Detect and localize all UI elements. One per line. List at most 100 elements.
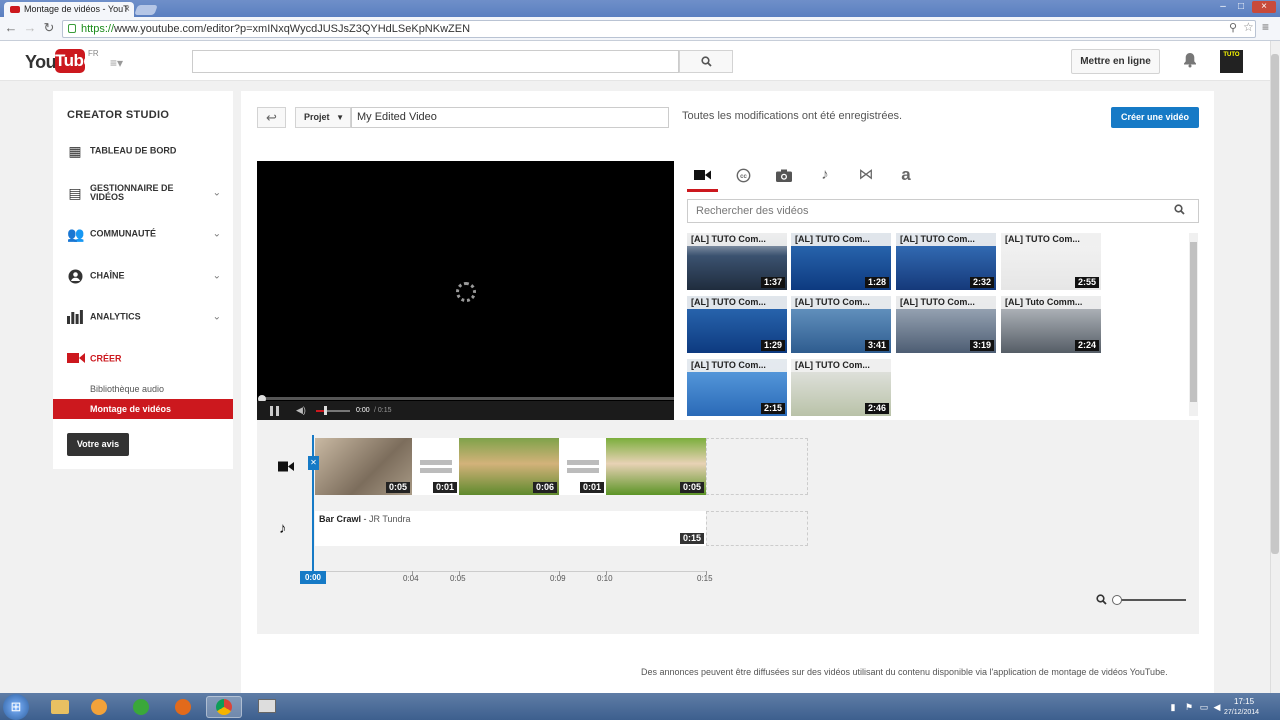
video-thumbnail[interactable]: [AL] TUTO Com... 2:15 <box>687 359 787 416</box>
avatar[interactable]: TUTO <box>1220 50 1243 73</box>
logo-you[interactable]: You <box>25 52 57 73</box>
sidebar-item-label: TABLEAU DE BORD <box>90 145 177 156</box>
tray-volume-icon[interactable]: ◀ <box>1212 702 1222 712</box>
reload-icon[interactable]: ↻ <box>41 20 57 36</box>
sidebar-item-dashboard[interactable]: ▦ TABLEAU DE BORD <box>53 134 233 168</box>
sidebar-item-create[interactable]: CRÉER <box>53 342 233 376</box>
video-search-input[interactable]: Rechercher des vidéos <box>687 199 1199 223</box>
video-thumbnail[interactable]: [AL] TUTO Com... 2:46 <box>791 359 891 416</box>
clock-date[interactable]: 27/12/2014 <box>1224 709 1259 716</box>
video-clip[interactable]: 0:05 <box>315 438 412 495</box>
transition-bar <box>419 460 452 465</box>
video-editor-app-icon[interactable] <box>249 696 285 718</box>
volume-slider-knob[interactable] <box>324 406 327 415</box>
guide-menu-icon[interactable]: ≡▾ <box>110 56 123 70</box>
sidebar-item-channel[interactable]: CHAÎNE ⌄ <box>53 259 233 293</box>
sidebar-subitem-video-editor[interactable]: Montage de vidéos <box>53 399 233 419</box>
browser-tab[interactable]: Montage de vidéos - YouT × <box>4 2 134 17</box>
tray-flag-icon[interactable]: ⚑ <box>1184 702 1194 712</box>
media-player-icon[interactable] <box>81 696 117 718</box>
sidebar-subitem-audio-library[interactable]: Bibliothèque audio <box>53 379 233 399</box>
video-thumbnail[interactable]: [AL] TUTO Com... 3:41 <box>791 296 891 353</box>
transition-bar <box>419 468 452 473</box>
video-thumbnail[interactable]: [AL] TUTO Com... 2:32 <box>896 233 996 290</box>
windows-start-icon[interactable]: ⊞ <box>3 694 29 720</box>
zoom-slider[interactable] <box>1116 599 1186 601</box>
page-scrollbar-thumb[interactable] <box>1271 54 1279 554</box>
volume-icon[interactable]: ◀) <box>296 405 306 416</box>
video-clip[interactable]: 0:05 <box>606 438 706 495</box>
minimize-icon[interactable]: – <box>1216 1 1230 13</box>
clock-time[interactable]: 17:15 <box>1234 697 1254 706</box>
zoom-magnifier-icon[interactable]: ⚲ <box>1229 21 1237 34</box>
upload-button[interactable]: Mettre en ligne <box>1071 49 1160 74</box>
tab-audio[interactable]: ♪ <box>810 164 840 186</box>
tab-text[interactable]: a <box>891 164 921 186</box>
url-field[interactable]: https://www.youtube.com/editor?p=xmINxqW… <box>62 20 1256 38</box>
file-explorer-icon[interactable] <box>42 696 78 718</box>
playhead-time[interactable]: 0:00 <box>300 571 326 584</box>
video-thumbnail[interactable]: [AL] TUTO Com... 2:55 <box>1001 233 1101 290</box>
project-menu-button[interactable]: Projet ▼ <box>295 107 351 128</box>
timeline-ruler[interactable] <box>313 571 707 572</box>
tab-photos[interactable] <box>769 164 799 186</box>
video-clip[interactable]: 0:06 <box>459 438 559 495</box>
media-center-icon[interactable] <box>123 696 159 718</box>
maximize-icon[interactable]: □ <box>1234 1 1248 13</box>
empty-video-slot[interactable] <box>706 438 808 495</box>
video-list-scrollbar-thumb[interactable] <box>1190 242 1197 402</box>
transition-clip[interactable]: 0:01 <box>559 438 606 495</box>
video-thumbnail-duration: 2:46 <box>864 403 889 414</box>
forward-arrow-icon[interactable]: → <box>22 20 38 36</box>
analytics-icon <box>67 310 83 324</box>
text-icon: a <box>901 165 911 184</box>
empty-audio-slot[interactable] <box>706 511 808 546</box>
search-button[interactable] <box>679 50 733 73</box>
transition-clip[interactable]: 0:01 <box>412 438 459 495</box>
menu-icon[interactable]: ≡ <box>1262 20 1269 34</box>
tab-my-videos[interactable] <box>687 164 717 186</box>
tray-network-icon[interactable]: ▮ <box>1168 702 1178 712</box>
notification-bell-icon[interactable] <box>1183 52 1197 72</box>
tray-battery-icon[interactable]: ▭ <box>1199 702 1209 712</box>
chrome-icon[interactable] <box>206 696 242 718</box>
playback-progress-bar[interactable] <box>260 397 674 400</box>
sidebar-item-analytics[interactable]: ANALYTICS ⌄ <box>53 300 233 334</box>
zoom-slider-knob[interactable] <box>1112 595 1122 605</box>
video-thumbnail[interactable]: [AL] TUTO Com... 1:37 <box>687 233 787 290</box>
tab-transitions[interactable]: ⋈ <box>851 164 881 186</box>
firefox-icon[interactable] <box>165 696 201 718</box>
feedback-button[interactable]: Votre avis <box>67 433 129 456</box>
tab-close-icon[interactable]: × <box>124 2 130 17</box>
chevron-down-icon[interactable]: ⌄ <box>213 312 221 323</box>
new-tab-button[interactable] <box>134 5 158 15</box>
sidebar-item-community[interactable]: 👥 COMMUNAUTÉ ⌄ <box>53 217 233 251</box>
back-button[interactable]: ↩ <box>257 107 286 128</box>
chevron-down-icon[interactable]: ⌄ <box>213 229 221 240</box>
back-arrow-icon[interactable]: ← <box>3 20 19 36</box>
video-thumbnail-duration: 3:19 <box>969 340 994 351</box>
sidebar-item-video-manager[interactable]: ▤ GESTIONNAIRE DE VIDÉOS ⌄ <box>53 176 233 210</box>
window-close-icon[interactable]: × <box>1252 1 1276 13</box>
video-thumbnail[interactable]: [AL] TUTO Com... 3:19 <box>896 296 996 353</box>
pause-icon[interactable] <box>270 406 279 416</box>
tab-title: Montage de vidéos - YouT <box>24 4 129 14</box>
video-thumbnail[interactable]: [AL] Tuto Comm... 2:24 <box>1001 296 1101 353</box>
chevron-down-icon[interactable]: ⌄ <box>213 188 221 199</box>
logo-tube[interactable]: Tube <box>55 49 93 73</box>
avatar-text: TUTO <box>1223 52 1240 58</box>
tab-creative-commons[interactable]: cc <box>728 164 758 186</box>
audio-clip[interactable]: Bar Crawl - JR Tundra 0:15 <box>315 511 706 546</box>
video-thumbnail-duration: 2:55 <box>1074 277 1099 288</box>
create-video-button[interactable]: Créer une vidéo <box>1111 107 1199 128</box>
project-name-input[interactable]: My Edited Video <box>351 107 669 128</box>
bookmark-star-icon[interactable]: ☆ <box>1243 20 1254 34</box>
chevron-down-icon[interactable]: ⌄ <box>213 271 221 282</box>
active-tab-indicator <box>687 189 718 192</box>
search-icon[interactable] <box>1174 204 1185 218</box>
search-input[interactable] <box>192 50 679 73</box>
youtube-favicon-icon <box>10 6 20 13</box>
video-thumbnail[interactable]: [AL] TUTO Com... 1:28 <box>791 233 891 290</box>
video-thumbnail[interactable]: [AL] TUTO Com... 1:29 <box>687 296 787 353</box>
playhead-handle-icon[interactable]: ✕ <box>308 456 319 470</box>
